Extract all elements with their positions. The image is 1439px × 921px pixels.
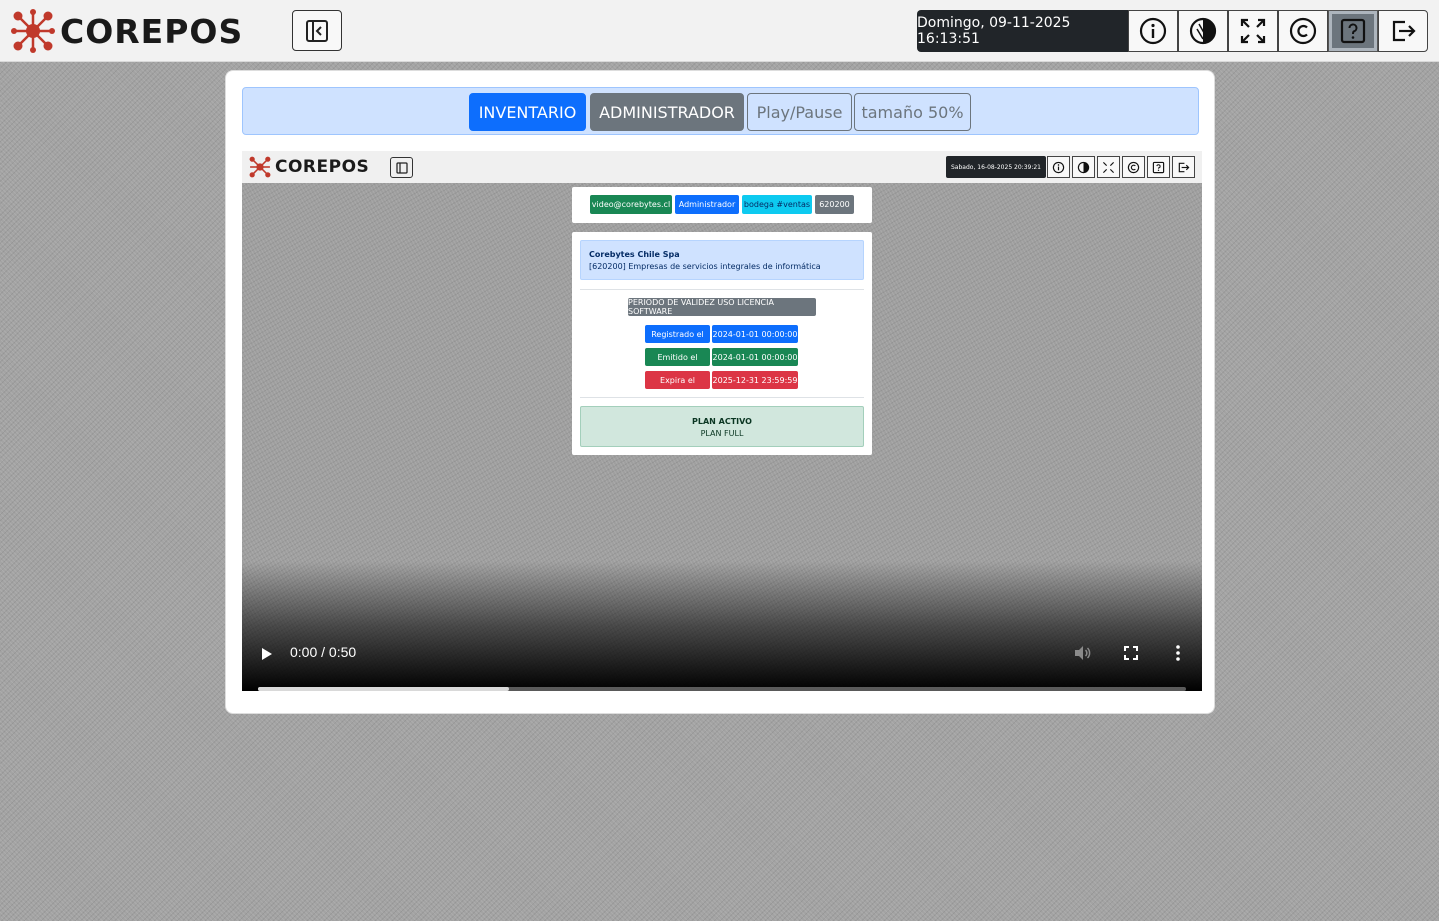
video-inner-logo: COREPOS (248, 155, 369, 179)
more-options-icon[interactable] (1168, 643, 1188, 663)
license-label: Expira el (645, 371, 710, 389)
video-controls: 0:00 / 0:50 (242, 561, 1202, 691)
video-user-badges: video@corebytes.cl Administrador bodega … (572, 187, 872, 223)
tutorial-video[interactable]: COREPOS Sabado, 16-08-2025 20:39:21 vide… (242, 151, 1202, 691)
license-value: 2024-01-01 00:00:00 (712, 325, 798, 343)
video-inner-info-icon (1047, 156, 1070, 178)
license-period-title: PERIODO DE VALIDEZ USO LICENCIA SOFTWARE (628, 298, 816, 316)
copyright-icon (1289, 17, 1317, 45)
action-button-bar: INVENTARIO ADMINISTRADOR Play/Pause tama… (242, 87, 1199, 135)
active-plan-box: PLAN ACTIVO PLAN FULL (580, 406, 864, 447)
company-name: Corebytes Chile Spa (589, 250, 680, 259)
plan-value: PLAN FULL (700, 429, 744, 438)
theme-toggle-button[interactable] (1178, 10, 1228, 52)
divider (580, 289, 864, 290)
company-description: [620200] Empresas de servicios integrale… (589, 262, 821, 271)
contrast-icon (1189, 17, 1217, 45)
license-value: 2024-01-01 00:00:00 (712, 348, 798, 366)
sidebar-collapse-icon (306, 19, 328, 42)
video-inner-sidebar-toggle (390, 157, 413, 178)
company-info: Corebytes Chile Spa [620200] Empresas de… (580, 240, 864, 280)
video-time: 0:00 / 0:50 (290, 644, 357, 660)
info-button[interactable] (1128, 10, 1178, 52)
video-inner-navbar: COREPOS Sabado, 16-08-2025 20:39:21 (242, 151, 1202, 183)
license-value: 2025-12-31 23:59:59 (712, 371, 798, 389)
sidebar-toggle-button[interactable] (292, 10, 342, 51)
video-inner-app-name: COREPOS (275, 157, 370, 177)
fullscreen-icon (1240, 18, 1266, 44)
volume-muted-icon[interactable] (1072, 643, 1092, 663)
code-badge: 620200 (815, 195, 854, 214)
video-progress-bar[interactable] (258, 687, 1186, 691)
tutorial-card: INVENTARIO ADMINISTRADOR Play/Pause tama… (225, 70, 1215, 714)
video-inner-contrast-icon (1072, 156, 1095, 178)
size-50-button[interactable]: tamaño 50% (854, 93, 971, 131)
help-icon (1340, 18, 1366, 44)
video-inner-fullscreen-icon (1097, 156, 1120, 178)
video-buffered-fill (258, 687, 509, 691)
role-badge: Administrador (675, 195, 739, 214)
play-icon[interactable] (260, 646, 274, 662)
app-name: COREPOS (60, 11, 244, 51)
license-label: Emitido el (645, 348, 710, 366)
video-inner-logout-icon (1172, 156, 1195, 178)
divider (580, 397, 864, 398)
play-pause-button[interactable]: Play/Pause (747, 93, 852, 131)
video-inner-datetime: Sabado, 16-08-2025 20:39:21 (946, 156, 1046, 178)
plan-title: PLAN ACTIVO (692, 417, 752, 426)
app-logo[interactable]: COREPOS (10, 8, 243, 54)
help-button[interactable] (1328, 10, 1378, 52)
datetime-display: Domingo, 09-11-2025 16:13:51 (917, 10, 1128, 52)
license-row-issued: Emitido el 2024-01-01 00:00:00 (645, 348, 798, 366)
inventory-button[interactable]: INVENTARIO (469, 93, 586, 131)
copyright-button[interactable] (1278, 10, 1328, 52)
molecule-logo-icon (11, 9, 55, 53)
fullscreen-button[interactable] (1228, 10, 1278, 52)
fullscreen-icon[interactable] (1121, 643, 1141, 663)
video-license-card: Corebytes Chile Spa [620200] Empresas de… (572, 232, 872, 455)
logout-button[interactable] (1378, 10, 1428, 52)
logout-icon (1392, 20, 1416, 42)
video-inner-copyright-icon (1122, 156, 1145, 178)
warehouse-badge: bodega #ventas (742, 195, 812, 214)
molecule-logo-icon (249, 156, 271, 178)
video-inner-help-icon (1147, 156, 1170, 178)
administrator-button[interactable]: ADMINISTRADOR (590, 93, 744, 131)
license-label: Registrado el (645, 325, 710, 343)
email-badge: video@corebytes.cl (590, 195, 672, 214)
license-row-expires: Expira el 2025-12-31 23:59:59 (645, 371, 798, 389)
top-navbar: COREPOS Domingo, 09-11-2025 16:13:51 (0, 0, 1439, 62)
license-row-registered: Registrado el 2024-01-01 00:00:00 (645, 325, 798, 343)
sidebar-collapse-icon (395, 161, 408, 174)
info-icon (1139, 17, 1167, 45)
